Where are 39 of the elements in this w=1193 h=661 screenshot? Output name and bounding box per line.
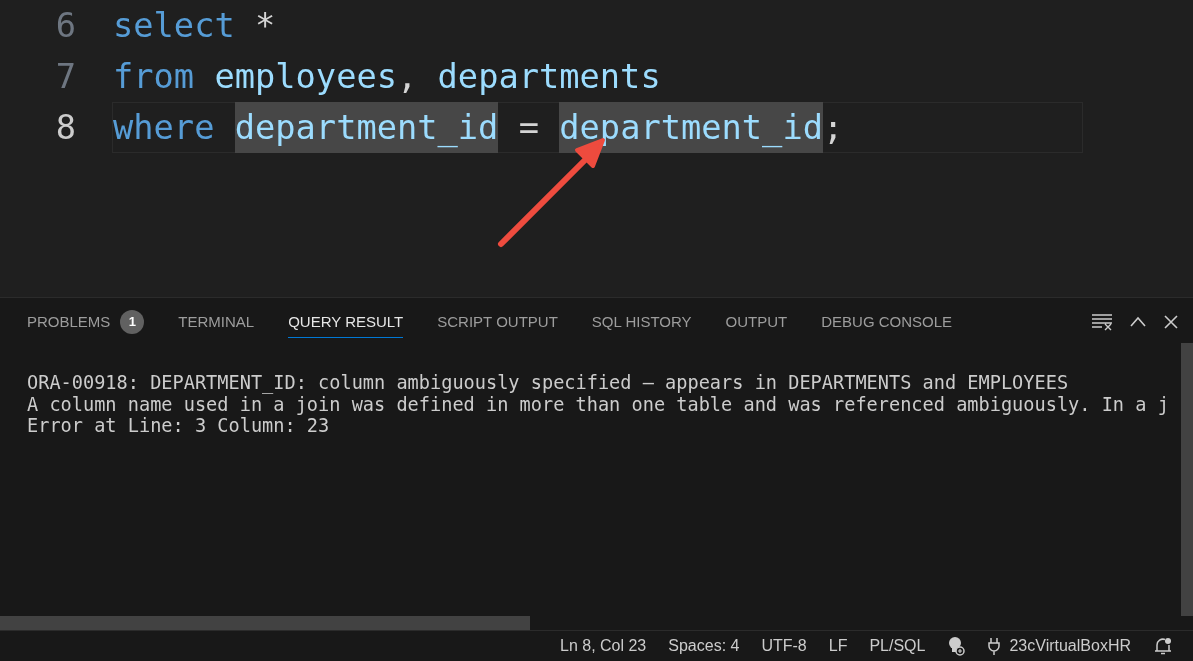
bell-icon[interactable] — [1153, 636, 1173, 656]
panel-tab[interactable]: OUTPUT — [725, 306, 788, 338]
code-token: ; — [822, 107, 844, 149]
output-line: Error at Line: 3 Column: 23 — [27, 415, 331, 437]
line-number: 6 — [54, 6, 77, 45]
code-token: * — [255, 5, 276, 47]
code-token: employees — [214, 56, 397, 98]
panel-tab[interactable]: PROBLEMS 1 — [27, 306, 145, 338]
line-ending[interactable]: LF — [828, 637, 848, 655]
chevron-up-icon[interactable] — [1129, 316, 1147, 328]
panel-tab[interactable]: SCRIPT OUTPUT — [437, 306, 558, 338]
panel-tab[interactable]: DEBUG CONSOLE — [821, 306, 953, 338]
panel-tab[interactable]: QUERY RESULT — [288, 306, 404, 338]
connection-status[interactable]: 23cVirtualBoxHR — [987, 637, 1131, 655]
code-token: , — [397, 56, 418, 98]
code-token: = — [518, 107, 539, 149]
plug-icon — [987, 637, 1002, 655]
output-line: A column name used in a join was defined in more than one table and was referenced ambiguously. In a j — [27, 393, 1170, 415]
line-number: 8 — [54, 108, 77, 147]
cursor-position[interactable]: Ln 8, Col 23 — [560, 637, 647, 655]
lightbulb-icon[interactable] — [947, 636, 966, 656]
count-badge: 1 — [120, 309, 145, 334]
close-icon[interactable] — [1163, 314, 1179, 330]
horizontal-scrollbar[interactable] — [0, 616, 530, 630]
vertical-scrollbar[interactable] — [1181, 343, 1193, 616]
panel-tab[interactable]: TERMINAL — [178, 306, 255, 338]
clear-list-icon[interactable] — [1091, 313, 1113, 331]
output-line: ORA-00918: DEPARTMENT_ID: column ambiguously specified – appears in DEPARTMENTS and EMPLOYEES — [27, 372, 1070, 394]
indentation[interactable]: Spaces: 4 — [668, 637, 740, 655]
language-mode[interactable]: PL/SQL — [869, 637, 926, 655]
highlighted-token: department_id — [559, 102, 823, 153]
line-number: 7 — [54, 57, 77, 96]
encoding[interactable]: UTF-8 — [761, 637, 807, 655]
code-token: select — [113, 5, 235, 47]
highlighted-token: department_id — [234, 102, 499, 153]
panel-tab[interactable]: SQL HISTORY — [591, 306, 692, 338]
code-token: from — [113, 56, 195, 98]
code-token: where — [113, 107, 215, 149]
code-token: departments — [437, 56, 661, 98]
